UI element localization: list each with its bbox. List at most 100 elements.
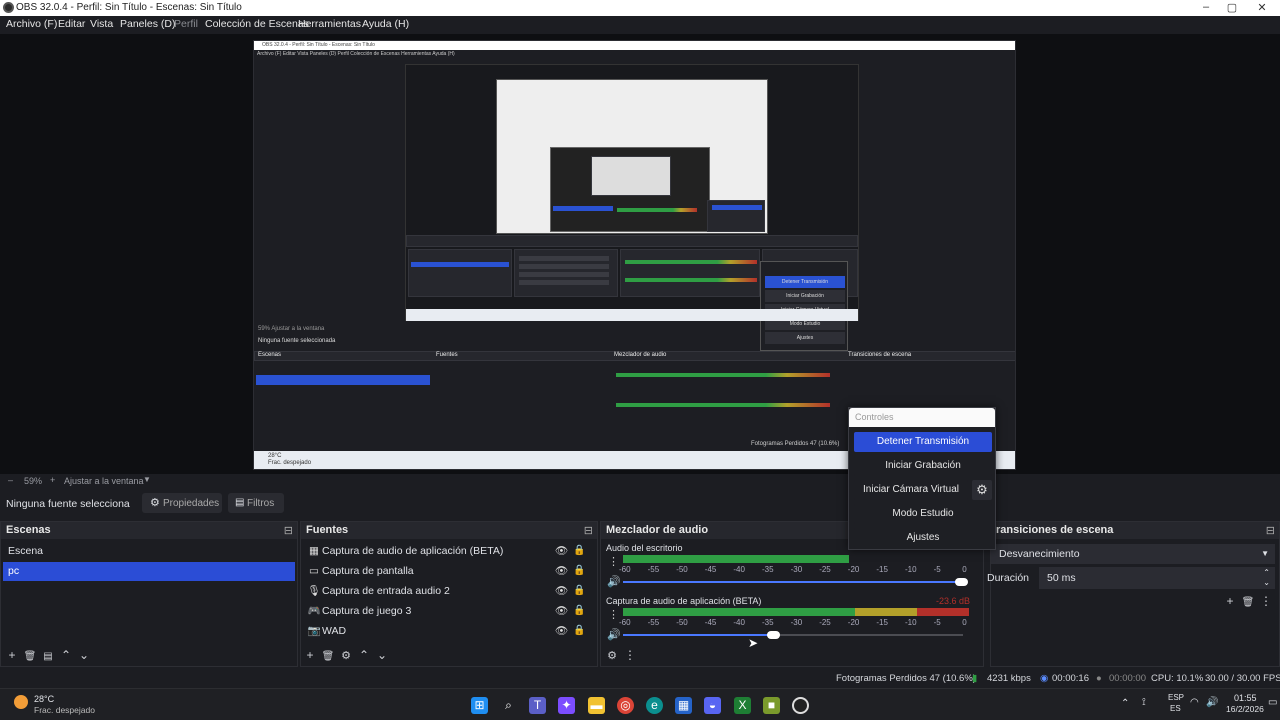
meter-tick-label: -40 xyxy=(733,618,745,627)
meter-tick-label: -45 xyxy=(704,618,717,627)
clock-time[interactable]: 01:55 xyxy=(1234,693,1257,703)
trash-icon[interactable]: 🗑 xyxy=(21,651,39,662)
start-recording-button[interactable]: Iniciar Grabación xyxy=(854,456,992,476)
menu-paneles[interactable]: Paneles (D) xyxy=(120,18,175,30)
settings-button[interactable]: Ajustes xyxy=(854,528,992,548)
move-up-icon[interactable]: ⌃ xyxy=(355,648,373,662)
chrome-icon[interactable]: ◎ xyxy=(617,697,634,714)
clock-date[interactable]: 16/2/2026 xyxy=(1226,704,1264,714)
eye-icon[interactable]: 👁 xyxy=(555,561,568,581)
stepper-down-icon[interactable]: ⌄ xyxy=(1263,572,1270,594)
language-bottom[interactable]: ES xyxy=(1170,704,1181,713)
lock-icon[interactable]: 🔒 xyxy=(573,601,585,621)
language-top[interactable]: ESP xyxy=(1168,693,1184,702)
stop-stream-button[interactable]: Detener Transmisión xyxy=(854,432,992,452)
windows-start-icon[interactable]: ⊞ xyxy=(471,697,488,714)
menu-archivo[interactable]: Archivo (F) xyxy=(6,18,57,30)
close-button[interactable]: ✕ xyxy=(1252,1,1272,14)
scene-item-pc[interactable]: pc xyxy=(3,562,295,581)
lock-icon[interactable]: 🔒 xyxy=(573,561,585,581)
add-scene-button[interactable]: + xyxy=(3,648,21,662)
scene-item-escena[interactable]: Escena xyxy=(3,542,295,561)
volume-slider-knob[interactable] xyxy=(955,578,968,586)
dock-menu-icon[interactable]: ⊟ xyxy=(284,523,293,540)
store-icon[interactable]: ▦ xyxy=(675,697,692,714)
nested-scenes-dock xyxy=(408,249,512,297)
weather-icon[interactable] xyxy=(14,695,28,709)
volume-slider-knob[interactable] xyxy=(767,631,780,639)
minimize-button[interactable]: – xyxy=(1196,1,1216,13)
menu-coleccion-escenas[interactable]: Colección de Escenas xyxy=(205,18,309,30)
lock-icon[interactable]: 🔒 xyxy=(573,541,585,561)
notification-icon[interactable]: ▭ xyxy=(1268,697,1277,708)
move-down-icon[interactable]: ⌄ xyxy=(373,648,391,662)
duration-input[interactable]: 50 ms ⌃ ⌄ xyxy=(1039,567,1275,589)
gear-icon[interactable]: ⚙ xyxy=(337,649,355,662)
filters-button[interactable]: ▤ Filtros xyxy=(228,493,284,513)
source-item[interactable]: 🎙 Captura de entrada audio 2 👁 🔒 xyxy=(305,581,595,601)
eye-icon[interactable]: 👁 xyxy=(555,621,568,641)
nested-zoom-label: 59% Ajustar a la ventana xyxy=(258,326,325,332)
volume-slider-rest[interactable] xyxy=(775,634,963,636)
add-source-button[interactable]: + xyxy=(301,648,319,662)
maximize-button[interactable]: ▢ xyxy=(1222,1,1242,14)
edge-icon[interactable]: e xyxy=(646,697,663,714)
gear-icon: ⚙ xyxy=(150,497,160,509)
menu-ayuda[interactable]: Ayuda (H) xyxy=(362,18,409,30)
scene-filters-icon[interactable]: ▤ xyxy=(39,651,57,662)
dock-menu-icon[interactable]: ⊟ xyxy=(1266,523,1275,540)
speaker-icon[interactable]: 🔊 xyxy=(607,628,621,641)
menu-perfil[interactable]: Perfil xyxy=(174,18,198,30)
source-item[interactable]: ▦ Captura de audio de aplicación (BETA) … xyxy=(305,541,595,561)
eye-icon[interactable]: 👁 xyxy=(555,541,568,561)
zoom-in-button[interactable]: + xyxy=(50,475,55,485)
lock-icon[interactable]: 🔒 xyxy=(573,581,585,601)
source-item[interactable]: 📷 WAD 👁 🔒 xyxy=(305,621,595,641)
wifi-icon[interactable]: ◠ xyxy=(1190,697,1199,708)
move-down-icon[interactable]: ⌄ xyxy=(75,648,93,662)
channel-name: Audio del escritorio xyxy=(606,543,683,553)
network-icon[interactable]: ⟟ xyxy=(1142,697,1146,708)
menu-vista[interactable]: Vista xyxy=(90,18,113,30)
excel-icon[interactable]: X xyxy=(734,697,751,714)
discord-icon[interactable]: ◒ xyxy=(704,697,721,714)
gear-icon[interactable]: ⚙ xyxy=(972,480,992,500)
menu-herramientas[interactable]: Herramientas xyxy=(298,18,361,30)
minecraft-icon[interactable]: ■ xyxy=(763,697,780,714)
eye-icon[interactable]: 👁 xyxy=(555,581,568,601)
source-item[interactable]: 🎮 Captura de juego 3 👁 🔒 xyxy=(305,601,595,621)
kebab-menu-icon[interactable]: ⋮ xyxy=(608,608,619,621)
nested-mixer-head: Mezclador de audio xyxy=(614,352,667,358)
copilot-icon[interactable]: ✦ xyxy=(558,697,575,714)
kebab-menu-icon[interactable]: ⋮ xyxy=(1257,594,1275,608)
source-item[interactable]: ▭ Captura de pantalla 👁 🔒 xyxy=(305,561,595,581)
transition-select[interactable]: Desvanecimiento ▼ xyxy=(991,544,1275,564)
chevron-down-icon[interactable]: ▼ xyxy=(143,475,151,484)
zoom-fit-select[interactable]: Ajustar a la ventana xyxy=(64,476,144,486)
volume-slider-fill[interactable] xyxy=(623,581,963,583)
studio-mode-button[interactable]: Modo Estudio xyxy=(854,504,992,524)
teams-icon[interactable]: T xyxy=(529,697,546,714)
add-transition-button[interactable]: + xyxy=(1221,594,1239,608)
search-icon[interactable]: ⌕ xyxy=(500,697,517,714)
speaker-icon[interactable]: 🔊 xyxy=(607,575,621,588)
kebab-menu-icon[interactable]: ⋮ xyxy=(608,555,619,568)
eye-icon[interactable]: 👁 xyxy=(555,601,568,621)
chevron-up-icon[interactable]: ⌃ xyxy=(1121,698,1129,709)
meter-tick-label: -10 xyxy=(905,618,917,627)
start-virtual-camera-button[interactable]: Iniciar Cámara Virtual xyxy=(854,480,968,500)
trash-icon[interactable]: 🗑 xyxy=(1239,597,1257,608)
properties-button[interactable]: ⚙ Propiedades xyxy=(142,493,222,513)
lock-icon[interactable]: 🔒 xyxy=(573,621,585,641)
volume-icon[interactable]: 🔊 xyxy=(1206,697,1218,708)
folder-icon[interactable]: ▬ xyxy=(588,697,605,714)
trash-icon[interactable]: 🗑 xyxy=(319,651,337,662)
obs-logo-icon xyxy=(3,2,14,13)
kebab-menu-icon[interactable]: ⋮ xyxy=(621,648,639,662)
gear-icon[interactable]: ⚙ xyxy=(603,649,621,662)
move-up-icon[interactable]: ⌃ xyxy=(57,648,75,662)
zoom-out-button[interactable]: – xyxy=(8,475,13,485)
obs-icon[interactable] xyxy=(792,697,809,714)
menu-editar[interactable]: Editar xyxy=(58,18,85,30)
dock-menu-icon[interactable]: ⊟ xyxy=(584,523,593,540)
